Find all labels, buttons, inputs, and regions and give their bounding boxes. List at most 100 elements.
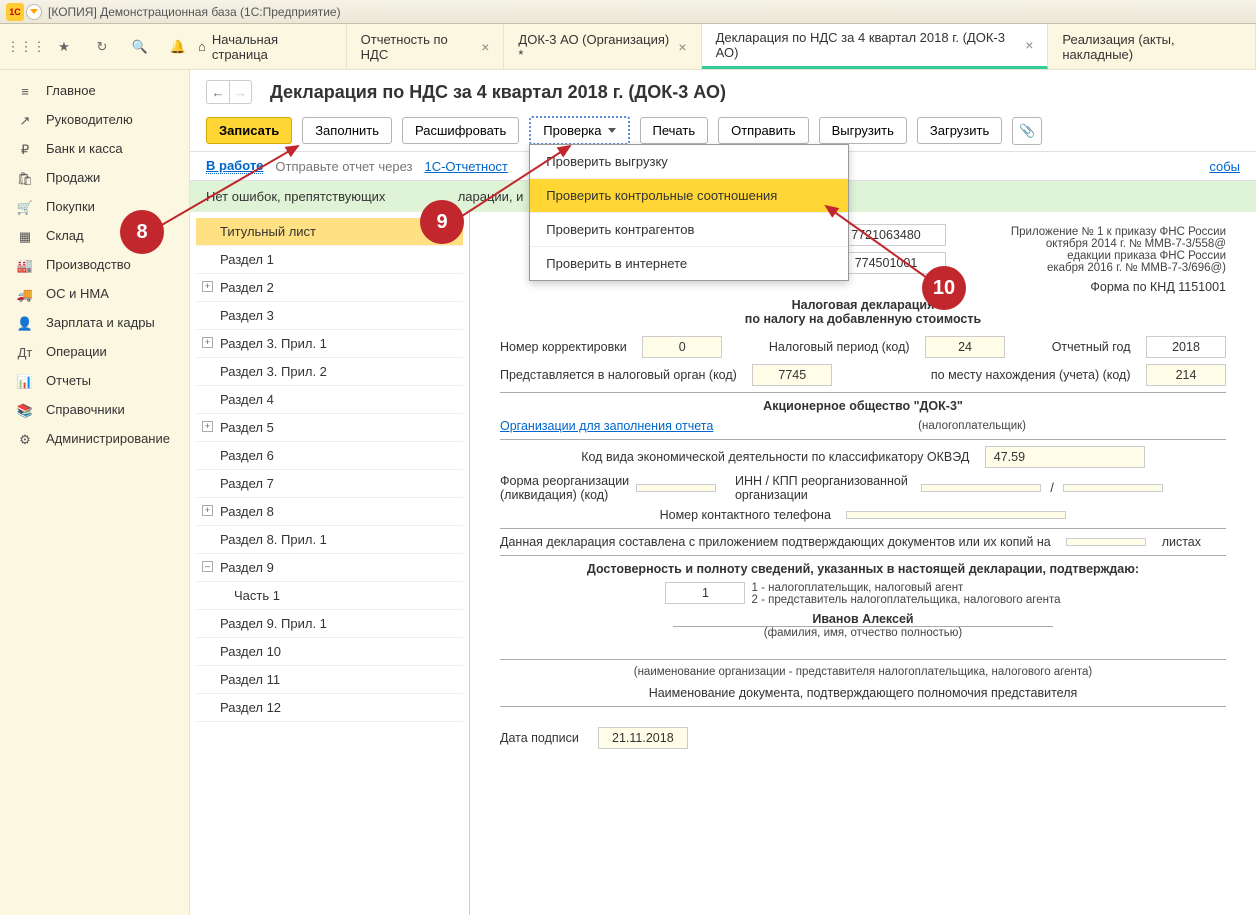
save-button[interactable]: Записать [206,117,292,144]
section-item[interactable]: Раздел 3. Прил. 2 [196,358,463,386]
section-label: Раздел 9 [220,560,274,575]
tab-sales[interactable]: Реализация (акты, накладные) [1048,24,1256,69]
section-item[interactable]: –Раздел 9 [196,554,463,582]
print-button[interactable]: Печать [640,117,709,144]
sidebar-item-main[interactable]: ≡Главное [0,76,189,105]
sign-date-field[interactable]: 21.11.2018 [598,727,688,749]
forward-button[interactable]: → [229,81,251,103]
bell-icon[interactable]: 🔔 [168,37,188,57]
close-icon[interactable]: × [1025,37,1033,53]
section-item[interactable]: Часть 1 [196,582,463,610]
org-link[interactable]: Организации для заполнения отчета [500,419,713,433]
sidebar-item-bank[interactable]: ₽Банк и касса [0,134,189,163]
sidebar-label: Администрирование [46,431,170,446]
menu-check-online[interactable]: Проверить в интернете [530,247,848,280]
section-item[interactable]: +Раздел 5 [196,414,463,442]
section-item[interactable]: Раздел 10 [196,638,463,666]
sign-opt-field[interactable]: 1 [665,582,745,604]
reorg-field[interactable] [636,484,716,492]
sidebar-label: Покупки [46,199,95,214]
sidebar-item-operations[interactable]: ДтОперации [0,337,189,366]
corr-label: Номер корректировки [500,340,627,354]
sidebar-item-assets[interactable]: 🚚ОС и НМА [0,279,189,308]
section-label: Раздел 2 [220,280,274,295]
fill-button[interactable]: Заполнить [302,117,392,144]
section-item[interactable]: Раздел 12 [196,694,463,722]
section-item[interactable]: Раздел 11 [196,666,463,694]
corr-field[interactable]: 0 [642,336,722,358]
history-icon[interactable]: ↻ [92,37,112,57]
reorg-kpp-field[interactable] [1063,484,1163,492]
sidebar-item-reports[interactable]: 📊Отчеты [0,366,189,395]
decode-button[interactable]: Расшифровать [402,117,519,144]
auth-hint: (наименование организации - представител… [500,666,1226,678]
expand-icon[interactable]: – [202,561,213,572]
sidebar-item-production[interactable]: 🏭Производство [0,250,189,279]
check-button[interactable]: Проверка [529,116,629,145]
year-field[interactable]: 2018 [1146,336,1226,358]
close-icon[interactable]: × [678,39,686,55]
back-button[interactable]: ← [207,81,229,103]
expand-icon[interactable]: + [202,281,213,292]
expand-icon[interactable]: + [202,421,213,432]
section-item[interactable]: Раздел 1 [196,246,463,274]
doc-h2: по налогу на добавленную стоимость [500,312,1226,326]
sidebar-item-purchases[interactable]: 🛒Покупки [0,192,189,221]
tab-dok3-org[interactable]: ДОК-3 АО (Организация) *× [504,24,701,69]
pages-field[interactable] [1066,538,1146,546]
section-item[interactable]: Раздел 8. Прил. 1 [196,526,463,554]
reorg-inn-field[interactable] [921,484,1041,492]
expand-icon[interactable]: + [202,337,213,348]
close-icon[interactable]: × [481,39,489,55]
section-label: Раздел 12 [220,700,281,715]
section-item[interactable]: Раздел 6 [196,442,463,470]
star-icon[interactable]: ★ [54,37,74,57]
search-icon[interactable]: 🔍 [130,37,150,57]
status-link[interactable]: 1С-Отчетност [424,159,507,174]
section-item[interactable]: +Раздел 8 [196,498,463,526]
sign-opts: 1 - налогоплательщик, налоговый агент2 -… [751,582,1060,606]
sidebar-item-sales[interactable]: 🛍Продажи [0,163,189,192]
app-menu-button[interactable] [26,4,42,20]
sidebar-item-hr[interactable]: 👤Зарплата и кадры [0,308,189,337]
section-item[interactable]: Раздел 4 [196,386,463,414]
tab-vat-reports[interactable]: Отчетность по НДС× [347,24,505,69]
sidebar-item-manager[interactable]: ↗Руководителю [0,105,189,134]
reorg-label: Форма реорганизации (ликвидация) (код) [500,474,630,502]
form-code: Форма по КНД 1151001 [500,280,1226,294]
other-ways-link[interactable]: собы [1209,159,1240,174]
okved-field[interactable]: 47.59 [985,446,1145,468]
place-field[interactable]: 214 [1146,364,1226,386]
sidebar-label: Продажи [46,170,100,185]
section-item[interactable]: Раздел 3 [196,302,463,330]
tab-label: Декларация по НДС за 4 квартал 2018 г. (… [716,30,1018,60]
section-item[interactable]: Раздел 9. Прил. 1 [196,610,463,638]
section-label: Титульный лист [220,224,316,239]
phone-field[interactable] [846,511,1066,519]
menu-check-agents[interactable]: Проверить контрагентов [530,213,848,247]
section-item[interactable]: + Раздел 2 [196,274,463,302]
sidebar-item-admin[interactable]: ⚙Администрирование [0,424,189,453]
menu-check-export[interactable]: Проверить выгрузку [530,145,848,179]
apps-icon[interactable]: ⋮⋮⋮ [16,37,36,57]
nav-arrows: ← → [206,80,252,104]
attach-button[interactable]: 📎 [1012,117,1042,145]
tab-home[interactable]: ⌂Начальная страница [190,24,347,69]
export-button[interactable]: Выгрузить [819,117,907,144]
section-item[interactable]: +Раздел 3. Прил. 1 [196,330,463,358]
docname-label: Наименование документа, подтверждающего … [500,686,1226,700]
state-link[interactable]: В работе [206,158,263,174]
tab-declaration[interactable]: Декларация по НДС за 4 квартал 2018 г. (… [702,24,1049,69]
period-field[interactable]: 24 [925,336,1005,358]
send-button[interactable]: Отправить [718,117,808,144]
menu-check-control[interactable]: Проверить контрольные соотношения [530,179,848,213]
expand-icon[interactable]: + [202,505,213,516]
sidebar-item-refs[interactable]: 📚Справочники [0,395,189,424]
import-button[interactable]: Загрузить [917,117,1002,144]
tax-field[interactable]: 7745 [752,364,832,386]
section-item[interactable]: Раздел 7 [196,470,463,498]
sidebar-label: Справочники [46,402,125,417]
section-label: Раздел 1 [220,252,274,267]
section-list[interactable]: Титульный листРаздел 1+Раздел 2Раздел 3+… [190,212,470,915]
sidebar-label: Склад [46,228,84,243]
